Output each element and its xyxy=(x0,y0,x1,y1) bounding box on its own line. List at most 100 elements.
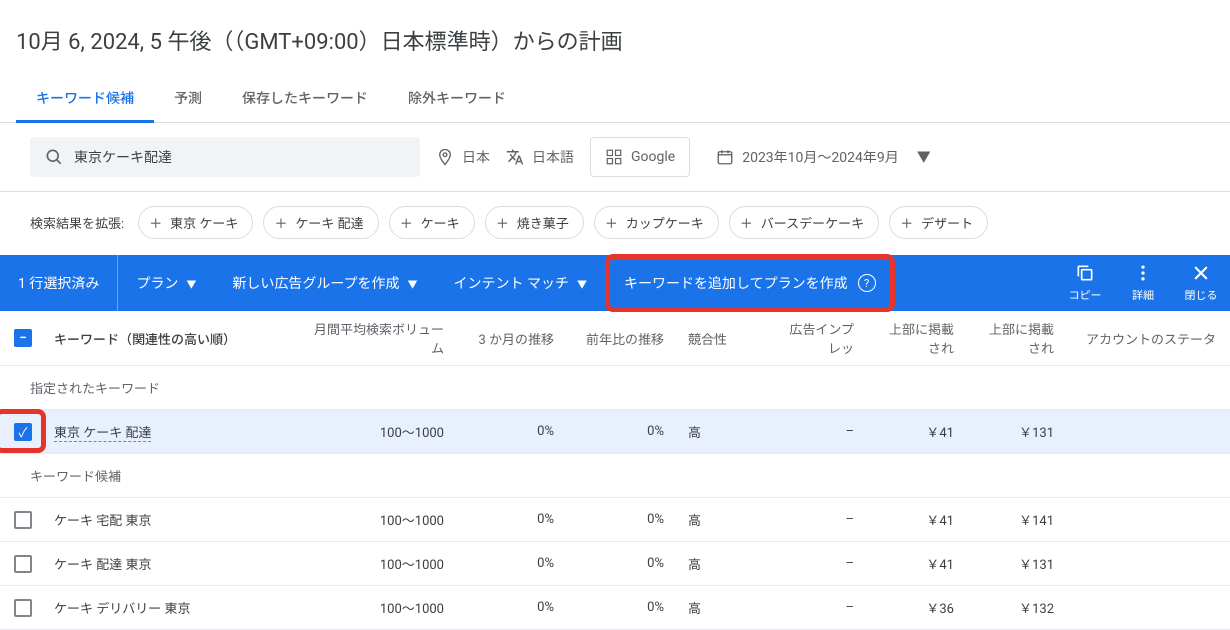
chip-label: デザート xyxy=(921,213,973,232)
impressions-cell: – xyxy=(770,424,870,439)
expand-chip[interactable]: ＋バースデーケーキ xyxy=(729,206,879,239)
three-month-cell: 0% xyxy=(460,600,570,615)
tab-keyword-ideas[interactable]: キーワード候補 xyxy=(16,76,154,123)
col-top-high[interactable]: 上部に掲載され xyxy=(970,319,1070,357)
translate-icon xyxy=(506,148,524,166)
competition-cell: 高 xyxy=(680,422,770,441)
competition-cell: 高 xyxy=(680,510,770,529)
three-month-cell: 0% xyxy=(460,424,570,439)
expand-chip[interactable]: ＋デザート xyxy=(889,206,988,239)
yoy-cell: 0% xyxy=(570,556,680,571)
intent-match-label: インテント マッチ xyxy=(454,273,569,293)
chevron-down-icon: ▼ xyxy=(917,147,931,167)
three-month-cell: 0% xyxy=(460,556,570,571)
plus-icon: ＋ xyxy=(496,213,509,232)
plus-icon: ＋ xyxy=(149,213,162,232)
add-keywords-label: キーワードを追加してプランを作成 xyxy=(624,273,848,293)
copy-button[interactable]: コピー xyxy=(1056,255,1114,311)
volume-cell: 100～1000 xyxy=(300,554,460,573)
filter-bar: 東京ケーキ配達 日本 日本語 Google 2023年10月～2024年9月 ▼ xyxy=(0,123,1230,192)
impressions-cell: – xyxy=(770,600,870,615)
language-filter[interactable]: 日本語 xyxy=(506,147,574,167)
row-checkbox[interactable]: ✓ xyxy=(14,423,32,441)
network-filter[interactable]: Google xyxy=(590,137,690,177)
location-filter[interactable]: 日本 xyxy=(436,147,490,167)
chip-label: カップケーキ xyxy=(626,213,704,232)
close-label: 閉じる xyxy=(1185,287,1218,303)
col-volume[interactable]: 月間平均検索ボリューム xyxy=(300,319,460,357)
create-group-label: 新しい広告グループを作成 xyxy=(232,273,399,293)
plan-dropdown[interactable]: プラン ▼ xyxy=(118,255,214,311)
copy-label: コピー xyxy=(1069,287,1102,303)
close-button[interactable]: 閉じる xyxy=(1172,255,1230,311)
plus-icon: ＋ xyxy=(605,213,618,232)
row-checkbox[interactable] xyxy=(14,555,32,573)
col-three-month[interactable]: 3 か月の推移 xyxy=(460,329,570,348)
keyword-cell[interactable]: ケーキ 配達 東京 xyxy=(54,554,151,573)
table-row[interactable]: ケーキ 宅配 東京 100～1000 0% 0% 高 – ￥41 ￥141 xyxy=(0,498,1230,542)
keyword-cell[interactable]: ケーキ 宅配 東京 xyxy=(54,510,151,529)
keyword-cell[interactable]: 東京 ケーキ 配達 xyxy=(54,422,151,442)
table-row[interactable]: ✓ 東京 ケーキ 配達 100～1000 0% 0% 高 – ￥41 ￥131 xyxy=(0,410,1230,454)
top-low-cell: ￥41 xyxy=(870,422,970,441)
select-all-checkbox[interactable]: − xyxy=(14,329,32,347)
intent-match-dropdown[interactable]: インテント マッチ ▼ xyxy=(436,255,605,311)
create-adgroup-dropdown[interactable]: 新しい広告グループを作成 ▼ xyxy=(214,255,435,311)
keyword-cell[interactable]: ケーキ デリバリー 東京 xyxy=(54,598,190,617)
search-text: 東京ケーキ配達 xyxy=(74,147,172,167)
table-row[interactable]: ケーキ 配達 東京 100～1000 0% 0% 高 – ￥41 ￥131 xyxy=(0,542,1230,586)
col-competition[interactable]: 競合性 xyxy=(680,329,770,348)
selection-action-bar: 1 行選択済み プラン ▼ 新しい広告グループを作成 ▼ インテント マッチ ▼… xyxy=(0,255,1230,311)
network-icon xyxy=(605,148,623,166)
location-label: 日本 xyxy=(462,147,490,167)
tabs: キーワード候補 予測 保存したキーワード 除外キーワード xyxy=(0,76,1230,123)
chip-label: 焼き菓子 xyxy=(517,213,569,232)
row-checkbox[interactable] xyxy=(14,511,32,529)
chip-label: ケーキ xyxy=(421,213,460,232)
details-label: 詳細 xyxy=(1132,287,1154,303)
top-high-cell: ￥131 xyxy=(970,554,1070,573)
top-low-cell: ￥41 xyxy=(870,554,970,573)
chevron-down-icon: ▼ xyxy=(186,276,196,291)
top-high-cell: ￥132 xyxy=(970,598,1070,617)
col-impressions[interactable]: 広告インプレッ xyxy=(770,319,870,357)
details-button[interactable]: 詳細 xyxy=(1114,255,1172,311)
page-title: 10月 6, 2024, 5 午後（（GMT+09:00）日本標準時）からの計画 xyxy=(0,0,1230,76)
expand-chip[interactable]: ＋ カップケーキ xyxy=(594,206,719,239)
table-row[interactable]: ケーキ デリバリー 東京 100～1000 0% 0% 高 – ￥36 ￥132 xyxy=(0,586,1230,630)
chevron-down-icon: ▼ xyxy=(408,276,418,291)
row-checkbox[interactable] xyxy=(14,599,32,617)
help-icon[interactable]: ? xyxy=(858,274,876,292)
selected-count: 1 行選択済み xyxy=(0,255,118,311)
impressions-cell: – xyxy=(770,556,870,571)
col-top-low[interactable]: 上部に掲載され xyxy=(870,319,970,357)
expand-results-row: 検索結果を拡張: ＋東京 ケーキ ＋ケーキ 配達 ＋ケーキ ＋焼き菓子 ＋カップ… xyxy=(0,192,1230,255)
table-header: − キーワード（関連性の高い順） 月間平均検索ボリューム 3 か月の推移 前年比… xyxy=(0,311,1230,366)
chip-label: 東京 ケーキ xyxy=(170,213,238,232)
calendar-icon xyxy=(716,148,734,166)
search-icon xyxy=(44,147,64,167)
date-range-filter[interactable]: 2023年10月～2024年9月 ▼ xyxy=(706,147,931,167)
col-yoy[interactable]: 前年比の推移 xyxy=(570,329,680,348)
tab-saved-keywords[interactable]: 保存したキーワード xyxy=(222,76,388,123)
impressions-cell: – xyxy=(770,512,870,527)
volume-cell: 100～1000 xyxy=(300,510,460,529)
plan-label: プラン xyxy=(136,273,178,293)
expand-chip[interactable]: ＋ケーキ 配達 xyxy=(263,206,378,239)
chevron-down-icon: ▼ xyxy=(577,276,587,291)
tab-negative-keywords[interactable]: 除外キーワード xyxy=(388,76,526,123)
add-keywords-button[interactable]: キーワードを追加してプランを作成 ? xyxy=(605,254,895,312)
network-label: Google xyxy=(631,149,675,165)
plus-icon: ＋ xyxy=(274,213,287,232)
top-high-cell: ￥131 xyxy=(970,422,1070,441)
expand-chip[interactable]: ＋ケーキ xyxy=(389,206,475,239)
col-account-status[interactable]: アカウントのステータ xyxy=(1070,329,1230,348)
competition-cell: 高 xyxy=(680,554,770,573)
chip-label: バースデーケーキ xyxy=(761,213,864,232)
expand-chip[interactable]: ＋ 東京 ケーキ xyxy=(138,206,253,239)
tab-forecast[interactable]: 予測 xyxy=(154,76,222,123)
expand-chip[interactable]: ＋ 焼き菓子 xyxy=(485,206,584,239)
search-input[interactable]: 東京ケーキ配達 xyxy=(30,137,420,177)
competition-cell: 高 xyxy=(680,598,770,617)
col-keyword[interactable]: キーワード（関連性の高い順） xyxy=(46,329,300,348)
